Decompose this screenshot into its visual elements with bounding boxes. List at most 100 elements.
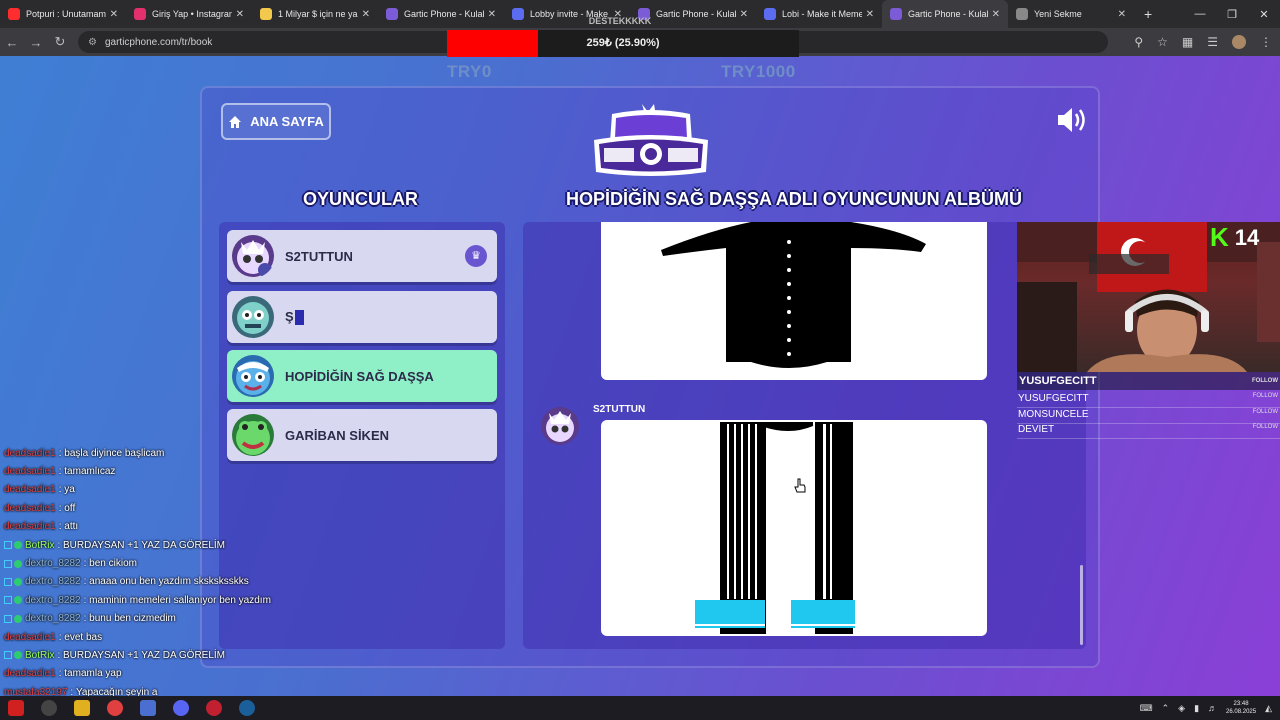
browser-tab[interactable]: Gartic Phone - Kulaktı ✕	[378, 0, 504, 28]
volume-icon[interactable]: ♬	[1208, 703, 1217, 713]
tab-favicon-icon	[134, 8, 146, 20]
tab-close-icon[interactable]: ✕	[740, 9, 748, 20]
back-icon[interactable]: ←	[0, 35, 24, 50]
tab-close-icon[interactable]: ✕	[488, 9, 496, 20]
clock-date: 26.08.2025	[1226, 709, 1257, 715]
reload-icon[interactable]: ↻	[48, 34, 72, 50]
chat-badge-icon	[4, 614, 12, 623]
try-left-label: TRY0	[447, 62, 492, 81]
chat-message: dextro_8282: bunu ben cizmedim	[4, 610, 304, 628]
browser-tab[interactable]: Yeni Sekme ✕	[1008, 0, 1134, 28]
profile-avatar[interactable]	[1232, 35, 1246, 49]
windows-taskbar: ⌨ ⌃ ◈ ▮ ♬ 23:48 26.08.2025 ◭	[0, 696, 1280, 720]
chat-badge-icon	[4, 651, 12, 660]
chat-message: deadsadie1: başla diyince başlicam	[4, 444, 304, 462]
system-tray: ⌨ ⌃ ◈ ▮ ♬ 23:48 26.08.2025 ◭	[1140, 696, 1272, 720]
chat-text: tamamla yap	[64, 668, 122, 680]
chat-text: attı	[64, 521, 79, 533]
bookmark-star-icon[interactable]: ☆	[1157, 35, 1168, 49]
follower-row: MONSUNCELE FOLLOW	[1017, 409, 1280, 424]
discord-icon[interactable]	[173, 700, 189, 716]
obs-icon[interactable]	[206, 700, 222, 716]
tray-expand-icon[interactable]: ⌃	[1162, 703, 1170, 714]
tab-title: Gartic Phone - Kulaktı	[908, 9, 988, 19]
player-row[interactable]: S2TUTTUN ♛	[227, 230, 497, 282]
app-icon[interactable]	[140, 700, 156, 716]
chat-text: off	[64, 502, 76, 514]
browser-tab[interactable]: 1 Milyar $ için ne yapa ✕	[252, 0, 378, 28]
chat-username: dextro_8282	[25, 613, 81, 625]
search-icon[interactable]	[41, 700, 57, 716]
follow-label: FOLLOW	[1252, 378, 1278, 384]
kick-logo-icon: K	[1210, 222, 1229, 252]
host-crown-icon: ♛	[465, 245, 487, 267]
player-row[interactable]: Ş	[227, 291, 497, 343]
album-heading: HOPİDİĞİN SAĞ DAŞŞA ADLI OYUNCUNUN ALBÜM…	[566, 189, 1023, 209]
minimize-icon[interactable]: —	[1184, 8, 1216, 20]
url-text: garticphone.com/tr/book	[104, 36, 213, 48]
battery-icon[interactable]: ▮	[1194, 703, 1199, 714]
chrome-icon[interactable]	[107, 700, 123, 716]
restore-icon[interactable]: ❐	[1216, 8, 1248, 21]
tab-close-icon[interactable]: ✕	[362, 9, 370, 20]
player-avatar	[232, 235, 274, 277]
clock-time: 23:48	[1233, 701, 1249, 707]
close-window-icon[interactable]: ✕	[1248, 8, 1280, 21]
browser-tab[interactable]: Giriş Yap • Instagram ✕	[126, 0, 252, 28]
cam-name-tag: YUSUFGECITT FOLLOW	[1017, 372, 1280, 390]
home-button[interactable]: ANA SAYFA	[221, 103, 331, 140]
browser-tab[interactable]: Potpuri : Unutamam S ✕	[0, 0, 126, 28]
extensions-icon[interactable]: ▦	[1182, 35, 1193, 49]
tab-favicon-icon	[890, 8, 902, 20]
keyboard-icon[interactable]: ⌨	[1140, 703, 1153, 714]
chat-message: deadsadie1: ya	[4, 481, 304, 499]
tab-close-icon[interactable]: ✕	[866, 9, 874, 20]
chat-badge-icon	[14, 614, 22, 623]
start-icon[interactable]	[8, 700, 24, 716]
new-tab-button[interactable]: +	[1144, 6, 1152, 22]
author-avatar	[541, 407, 579, 445]
chat-message: BotRix: BURDAYSAN +1 YAZ DA GÖRELİM	[4, 536, 304, 554]
follow-label: FOLLOW	[1252, 408, 1278, 415]
tab-close-icon[interactable]: ✕	[110, 9, 118, 20]
chat-message: dextro_8282: ben cikiom	[4, 554, 304, 572]
gartic-phone-logo	[594, 104, 708, 176]
chat-username: deadsadie1	[4, 502, 56, 514]
sound-toggle-icon[interactable]	[1055, 106, 1089, 134]
toolbar-icons: ⚲ ☆ ▦ ☰ ⋮	[1134, 28, 1272, 56]
tab-close-icon[interactable]: ✕	[1118, 9, 1126, 20]
tab-title: Yeni Sekme	[1034, 9, 1082, 19]
chat-username: deadsadie1	[4, 521, 56, 533]
menu-icon[interactable]: ⋮	[1260, 35, 1272, 49]
steam-icon[interactable]	[239, 700, 255, 716]
browser-tab[interactable]: Gartic Phone - Kulaktı ✕	[882, 0, 1008, 28]
forward-icon[interactable]: →	[24, 35, 48, 50]
clock[interactable]: 23:48 26.08.2025	[1226, 700, 1256, 716]
follow-label: FOLLOW	[1252, 393, 1278, 399]
site-info-icon[interactable]: ⚙	[88, 37, 97, 48]
chat-message: dextro_8282: maminin memeleri sallanıyor…	[4, 591, 304, 609]
chat-badge-icon	[14, 577, 22, 586]
window-controls: — ❐ ✕	[1184, 0, 1280, 28]
tab-close-icon[interactable]: ✕	[236, 9, 244, 20]
explorer-icon[interactable]	[74, 700, 90, 716]
goal-text: 259₺ (25.90%)	[586, 37, 660, 49]
browser-tab[interactable]: Lobi - Make it Meme ✕	[756, 0, 882, 28]
player-row-active[interactable]: HOPİDİĞİN SAĞ DAŞŞA	[227, 350, 497, 402]
tab-close-icon[interactable]: ✕	[992, 9, 1000, 20]
chat-username: deadsadie1	[4, 668, 56, 680]
chat-text: BURDAYSAN +1 YAZ DA GÖRELİM	[63, 539, 226, 551]
media-icon[interactable]: ☰	[1207, 35, 1218, 49]
drawing-card	[601, 222, 987, 380]
follower-name: MONSUNCELE	[1018, 408, 1089, 420]
network-icon[interactable]: ◈	[1178, 703, 1185, 714]
zoom-icon[interactable]: ⚲	[1134, 35, 1143, 49]
chat-username: deadsadie1	[4, 447, 56, 459]
try-right-label: TRY1000	[721, 62, 796, 81]
album-scrollbar[interactable]	[1080, 565, 1083, 645]
chat-username: deadsadie1	[4, 484, 56, 496]
home-button-label: ANA SAYFA	[250, 114, 324, 129]
goal-title: DESTEKKKKK	[588, 16, 652, 26]
tab-title: Potpuri : Unutamam S	[26, 9, 106, 19]
notifications-icon[interactable]: ◭	[1265, 703, 1272, 714]
